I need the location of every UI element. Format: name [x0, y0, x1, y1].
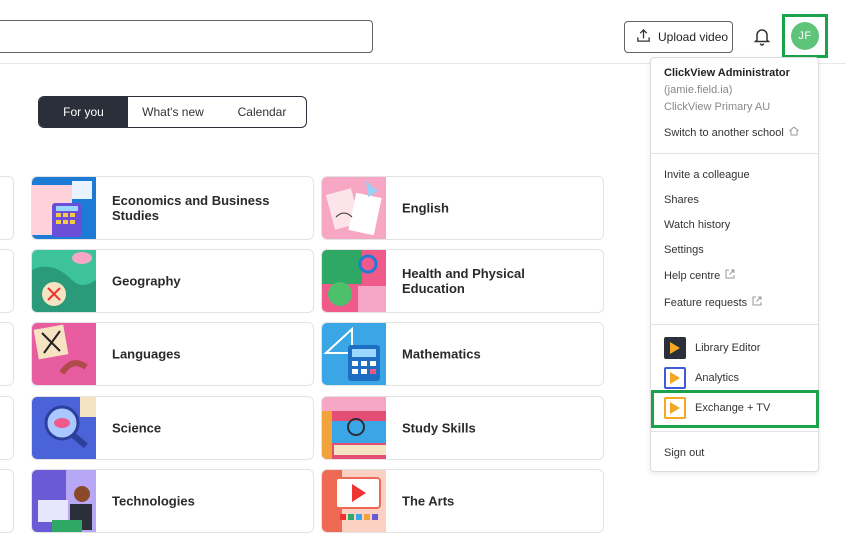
subject-card-health-pe[interactable]: Health and Physical Education — [321, 249, 604, 313]
analytics-icon — [664, 367, 686, 389]
health-pe-thumbnail — [322, 250, 386, 312]
subject-card-science[interactable]: Science — [31, 396, 314, 460]
menu-divider — [651, 431, 818, 432]
upload-icon — [636, 28, 651, 46]
study-skills-thumbnail — [322, 397, 386, 459]
avatar-button[interactable]: JF — [782, 14, 828, 58]
technologies-thumbnail — [32, 470, 96, 532]
subject-card-technologies[interactable]: Technologies — [31, 469, 314, 533]
science-thumbnail — [32, 397, 96, 459]
home-icon — [788, 125, 800, 140]
menu-shares[interactable]: Shares — [664, 194, 699, 206]
menu-help-centre[interactable]: Help centre — [664, 268, 736, 283]
subject-card-partial[interactable] — [0, 322, 14, 386]
library-editor-label: Library Editor — [695, 342, 761, 354]
menu-invite-colleague[interactable]: Invite a colleague — [664, 169, 750, 181]
subject-title: Geography — [112, 273, 181, 289]
menu-switch-school[interactable]: Switch to another school — [664, 125, 800, 140]
subject-card-economics[interactable]: Economics and Business Studies — [31, 176, 314, 240]
help-centre-label: Help centre — [664, 269, 721, 282]
subject-title: Mathematics — [402, 346, 481, 362]
the-arts-thumbnail — [322, 470, 386, 532]
menu-sign-out[interactable]: Sign out — [664, 447, 704, 459]
subject-card-partial[interactable] — [0, 249, 14, 313]
mathematics-thumbnail — [322, 323, 386, 385]
subject-card-study-skills[interactable]: Study Skills — [321, 396, 604, 460]
notifications-bell-icon[interactable] — [752, 26, 772, 46]
menu-user-handle: (jamie.field.ia) — [664, 84, 733, 96]
subject-title: Health and Physical Education — [402, 266, 525, 296]
switch-school-label: Switch to another school — [664, 126, 784, 139]
subject-title: English — [402, 200, 449, 216]
external-link-icon — [751, 295, 763, 310]
analytics-label: Analytics — [695, 372, 740, 384]
tab-for-you[interactable]: For you — [39, 97, 128, 127]
subject-card-partial[interactable] — [0, 396, 14, 460]
upload-video-label: Upload video — [658, 30, 729, 44]
menu-org-name: ClickView Primary AU — [664, 101, 771, 113]
subject-card-english[interactable]: English — [321, 176, 604, 240]
subject-card-geography[interactable]: Geography — [31, 249, 314, 313]
subject-card-the-arts[interactable]: The Arts — [321, 469, 604, 533]
subject-title: Languages — [112, 346, 181, 362]
subject-card-partial[interactable] — [0, 176, 14, 240]
english-thumbnail — [322, 177, 386, 239]
subject-card-partial[interactable] — [0, 469, 14, 533]
subject-title: Technologies — [112, 493, 195, 509]
view-tabs: For you What's new Calendar — [38, 96, 307, 128]
subject-title: Study Skills — [402, 420, 476, 436]
menu-app-analytics[interactable]: Analytics — [664, 367, 739, 389]
economics-thumbnail — [32, 177, 96, 239]
subject-title: Science — [112, 420, 162, 436]
menu-divider — [651, 324, 818, 325]
exchange-tv-highlight — [651, 390, 819, 428]
external-link-icon — [724, 268, 736, 283]
subject-card-languages[interactable]: Languages — [31, 322, 314, 386]
upload-video-button[interactable]: Upload video — [624, 21, 733, 53]
menu-feature-requests[interactable]: Feature requests — [664, 295, 763, 310]
languages-thumbnail — [32, 323, 96, 385]
subject-title: The Arts — [402, 493, 455, 509]
tab-calendar[interactable]: Calendar — [218, 97, 306, 127]
geography-thumbnail — [32, 250, 96, 312]
feature-requests-label: Feature requests — [664, 296, 748, 309]
menu-user-name: ClickView Administrator — [664, 67, 790, 79]
menu-divider — [651, 153, 818, 154]
subject-card-mathematics[interactable]: Mathematics — [321, 322, 604, 386]
library-editor-icon — [664, 337, 686, 359]
search-input[interactable] — [0, 20, 373, 53]
subject-title: Economics and Business Studies — [112, 193, 270, 223]
avatar: JF — [791, 22, 819, 50]
menu-app-library-editor[interactable]: Library Editor — [664, 337, 760, 359]
menu-settings[interactable]: Settings — [664, 244, 704, 256]
menu-watch-history[interactable]: Watch history — [664, 219, 730, 231]
tab-whats-new[interactable]: What's new — [128, 97, 218, 127]
